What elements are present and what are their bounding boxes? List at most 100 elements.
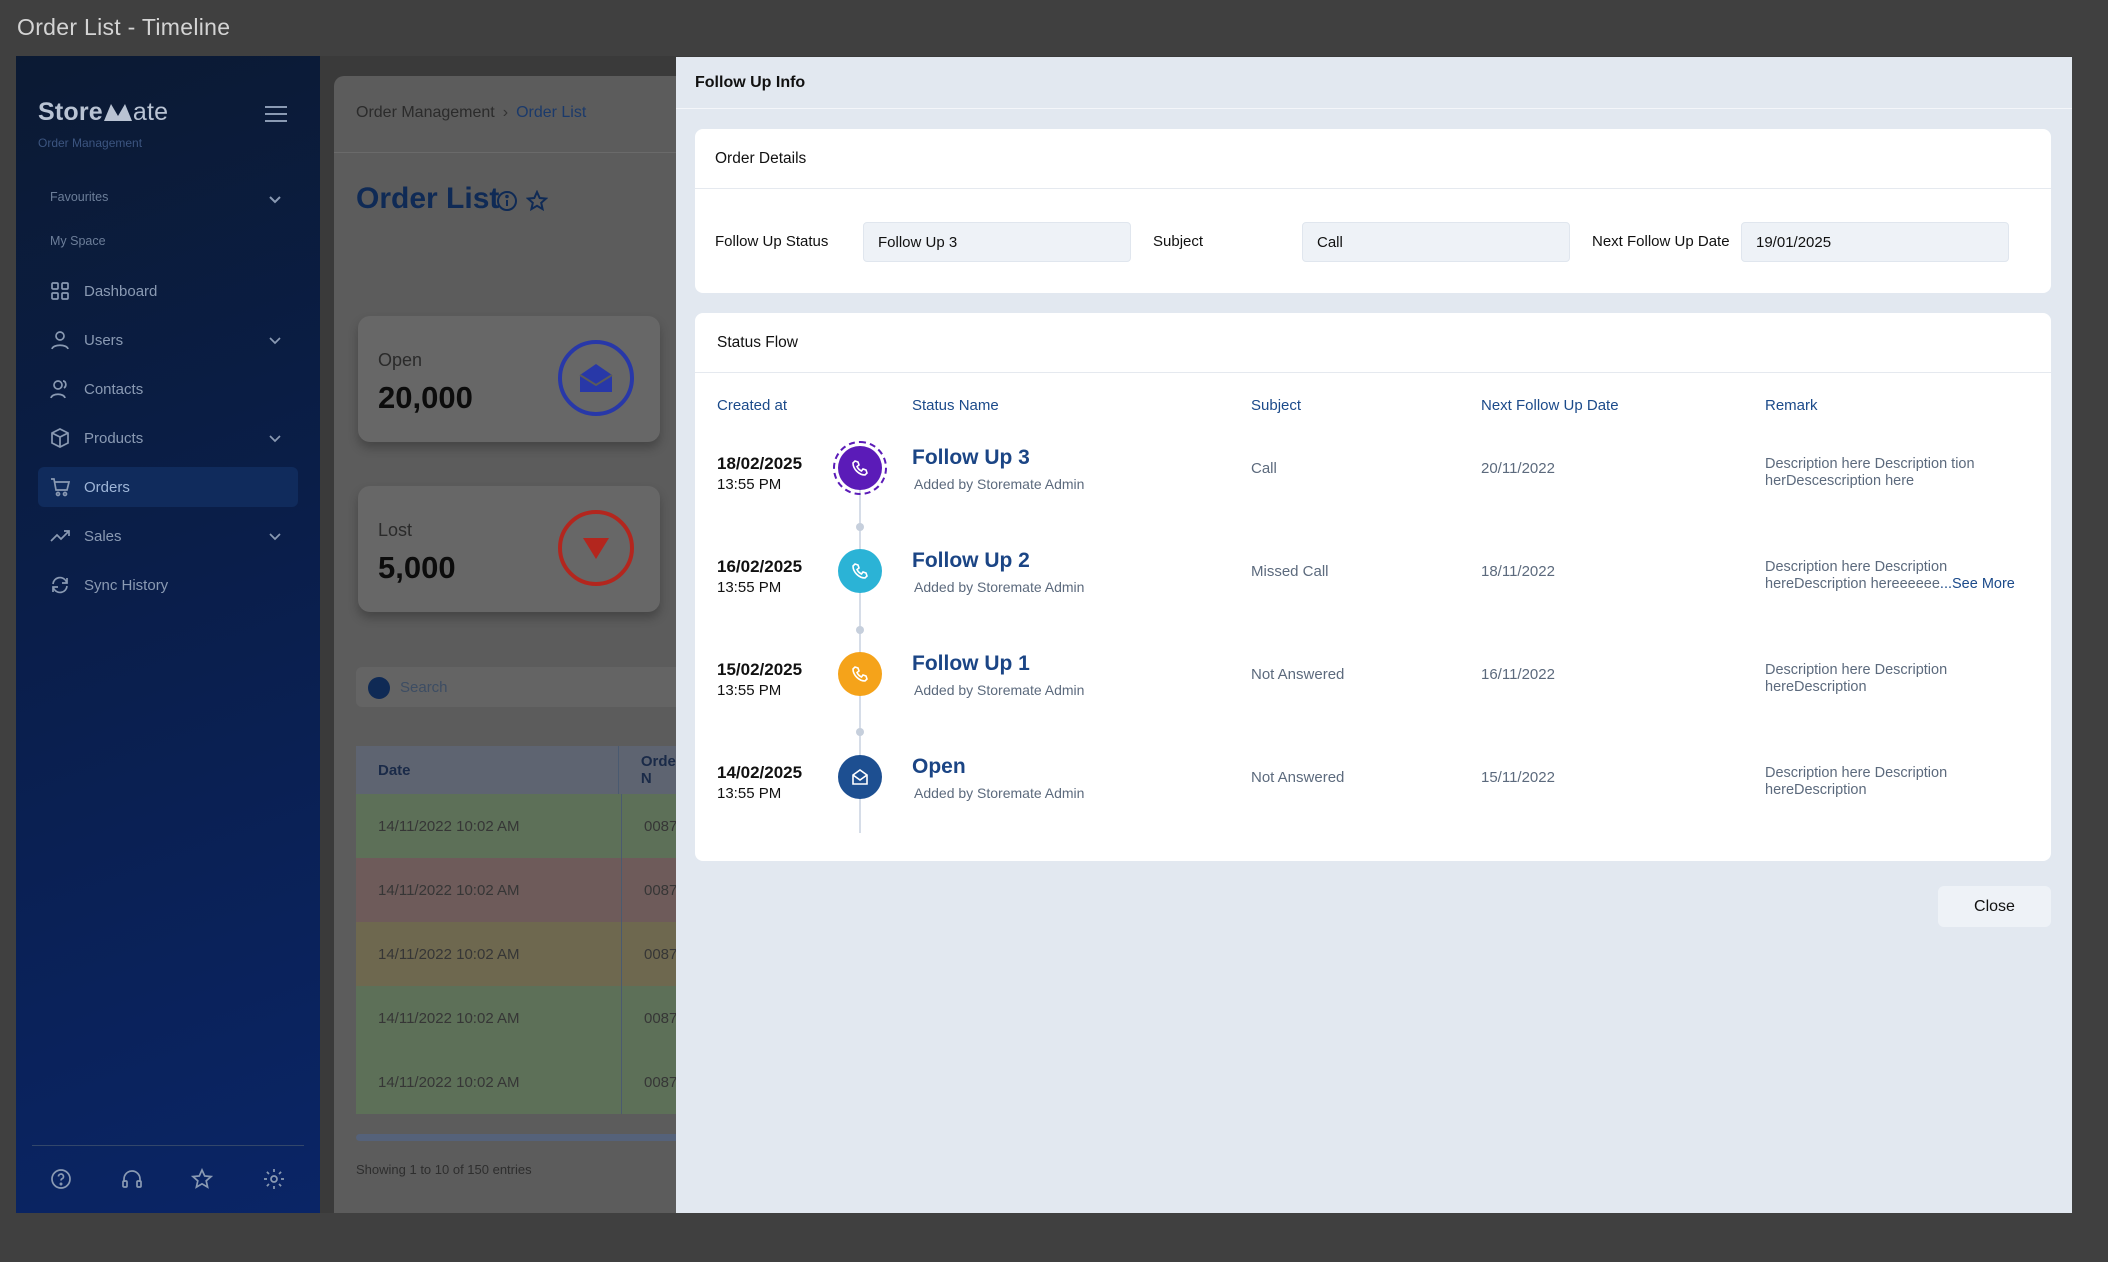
stat-value: 20,000 bbox=[378, 380, 473, 415]
timeline-row: 15/02/2025 13:55 PM Follow Up 1 Added by… bbox=[695, 652, 2051, 740]
timeline-status-badge bbox=[833, 441, 887, 495]
headset-icon[interactable] bbox=[121, 1168, 143, 1190]
sidebar-item-label: Dashboard bbox=[84, 282, 158, 300]
envelope-open-icon bbox=[579, 364, 613, 392]
timeline-time: 13:55 PM bbox=[717, 785, 782, 802]
contacts-icon bbox=[50, 380, 67, 399]
timeline-subject: Not Answered bbox=[1251, 666, 1345, 683]
sync-icon bbox=[52, 576, 68, 594]
timeline-date: 15/02/2025 bbox=[717, 660, 803, 679]
timeline-next-date: 20/11/2022 bbox=[1481, 460, 1555, 477]
timeline-date: 16/02/2025 bbox=[717, 557, 803, 576]
follow-up-status-field[interactable] bbox=[863, 222, 1131, 262]
timeline-date: 18/02/2025 bbox=[717, 454, 803, 473]
chevron-down-icon bbox=[269, 435, 281, 443]
stat-ring bbox=[558, 340, 634, 416]
card-title: Status Flow bbox=[695, 313, 2051, 373]
user-icon bbox=[51, 331, 69, 350]
stat-card-lost[interactable]: Lost 5,000 bbox=[358, 486, 660, 612]
sidebar-item-contacts[interactable]: Contacts bbox=[38, 369, 298, 409]
phone-icon bbox=[852, 666, 868, 682]
next-follow-up-date-field[interactable] bbox=[1741, 222, 2009, 262]
timeline-time: 13:55 PM bbox=[717, 682, 782, 699]
status-flow-card: Status Flow Created at Status Name Subje… bbox=[695, 313, 2051, 861]
grid-icon bbox=[51, 282, 69, 300]
next-follow-up-date-label: Next Follow Up Date bbox=[1592, 233, 1730, 250]
sidebar-item-label: Users bbox=[84, 331, 124, 349]
phone-icon bbox=[852, 460, 868, 476]
search-icon bbox=[368, 677, 390, 699]
sidebar-item-users[interactable]: Users bbox=[38, 320, 298, 360]
close-button[interactable]: Close bbox=[1938, 886, 2051, 927]
timeline-row: 18/02/2025 13:55 PM Follow Up 3 Added by… bbox=[695, 441, 2051, 534]
table-row[interactable]: 14/11/2022 10:02 AM 00879 bbox=[356, 986, 696, 1050]
sidebar-item-sales[interactable]: Sales bbox=[38, 516, 298, 556]
stat-card-open[interactable]: Open 20,000 bbox=[358, 316, 660, 442]
card-title: Order Details bbox=[695, 129, 2051, 189]
chevron-down-icon[interactable] bbox=[268, 192, 282, 206]
subject-label: Subject bbox=[1153, 233, 1204, 250]
breadcrumb-current: Order List bbox=[516, 104, 587, 121]
phone-icon bbox=[852, 563, 868, 579]
table-row[interactable]: 14/11/2022 10:02 AM 00879 bbox=[356, 1050, 696, 1114]
breadcrumb-root[interactable]: Order Management bbox=[356, 104, 495, 121]
timeline-remark: Description here Description hereDescrip… bbox=[1765, 765, 1948, 798]
help-icon[interactable] bbox=[50, 1168, 72, 1190]
timeline-status-badge bbox=[838, 652, 882, 696]
breadcrumb: Order Management › Order List bbox=[356, 104, 586, 122]
hamburger-menu-icon[interactable] bbox=[265, 106, 287, 124]
timeline-remark: Description here Description hereDescrip… bbox=[1765, 662, 1948, 695]
chevron-down-icon bbox=[269, 533, 281, 541]
order-details-card: Order Details Follow Up Status Subject N… bbox=[695, 129, 2051, 293]
star-icon[interactable] bbox=[526, 190, 548, 212]
gear-icon[interactable] bbox=[263, 1168, 285, 1190]
sidebar-item-label: Orders bbox=[84, 478, 130, 496]
search-bar bbox=[356, 667, 696, 707]
see-more-link[interactable]: ...See More bbox=[1940, 576, 2015, 592]
sidebar-item-label: Sales bbox=[84, 527, 122, 545]
cart-icon bbox=[51, 478, 70, 497]
box-icon bbox=[51, 428, 69, 448]
orders-table: Date Order N 14/11/2022 10:02 AM 00879 14… bbox=[356, 746, 696, 1114]
timeline-date: 14/02/2025 bbox=[717, 763, 803, 782]
table-row[interactable]: 14/11/2022 10:02 AM 00879 bbox=[356, 858, 696, 922]
modal-title: Follow Up Info bbox=[676, 57, 2072, 109]
timeline-row: 14/02/2025 13:55 PM Open Added by Storem… bbox=[695, 755, 2051, 843]
header-divider bbox=[334, 152, 694, 153]
sidebar-item-sync-history[interactable]: Sync History bbox=[38, 565, 298, 605]
timeline-status-badge bbox=[838, 755, 882, 799]
timeline-remark: Description here Description tion herDes… bbox=[1765, 456, 1975, 489]
timeline-subject: Missed Call bbox=[1251, 563, 1329, 580]
table-row[interactable]: 14/11/2022 10:02 AM 00879 bbox=[356, 922, 696, 986]
timeline-status-name: Follow Up 2 bbox=[912, 549, 1030, 572]
subject-field[interactable] bbox=[1302, 222, 1570, 262]
timeline-next-date: 18/11/2022 bbox=[1481, 563, 1555, 580]
sidebar-divider bbox=[32, 1145, 304, 1146]
section-favourites[interactable]: Favourites bbox=[50, 190, 108, 204]
follow-up-modal: Follow Up Info Order Details Follow Up S… bbox=[676, 57, 2072, 1213]
timeline-added-by: Added by Storemate Admin bbox=[914, 785, 1085, 801]
trend-icon bbox=[50, 530, 70, 542]
timeline-subject: Call bbox=[1251, 460, 1277, 477]
section-my-space: My Space bbox=[50, 234, 106, 248]
chevron-down-icon bbox=[269, 337, 281, 345]
timeline-added-by: Added by Storemate Admin bbox=[914, 579, 1085, 595]
search-input[interactable] bbox=[400, 675, 600, 699]
table-row[interactable]: 14/11/2022 10:02 AM 00879 bbox=[356, 794, 696, 858]
brand-subtitle: Order Management bbox=[38, 136, 143, 150]
window-title: Order List - Timeline bbox=[17, 14, 231, 40]
pagination-info: Showing 1 to 10 of 150 entries bbox=[356, 1162, 532, 1177]
horizontal-scrollbar[interactable] bbox=[356, 1134, 696, 1141]
sidebar-item-dashboard[interactable]: Dashboard bbox=[38, 271, 298, 311]
sidebar-item-orders[interactable]: Orders bbox=[38, 467, 298, 507]
column-header-status-name: Status Name bbox=[912, 397, 999, 414]
timeline-next-date: 15/11/2022 bbox=[1481, 769, 1555, 786]
info-icon[interactable] bbox=[496, 190, 518, 212]
column-header-date[interactable]: Date bbox=[356, 746, 619, 794]
arrow-down-icon bbox=[583, 538, 609, 559]
star-icon[interactable] bbox=[191, 1168, 213, 1190]
column-header-remark: Remark bbox=[1765, 397, 1818, 414]
timeline-status-name: Follow Up 1 bbox=[912, 652, 1030, 675]
stat-ring bbox=[558, 510, 634, 586]
sidebar-item-products[interactable]: Products bbox=[38, 418, 298, 458]
